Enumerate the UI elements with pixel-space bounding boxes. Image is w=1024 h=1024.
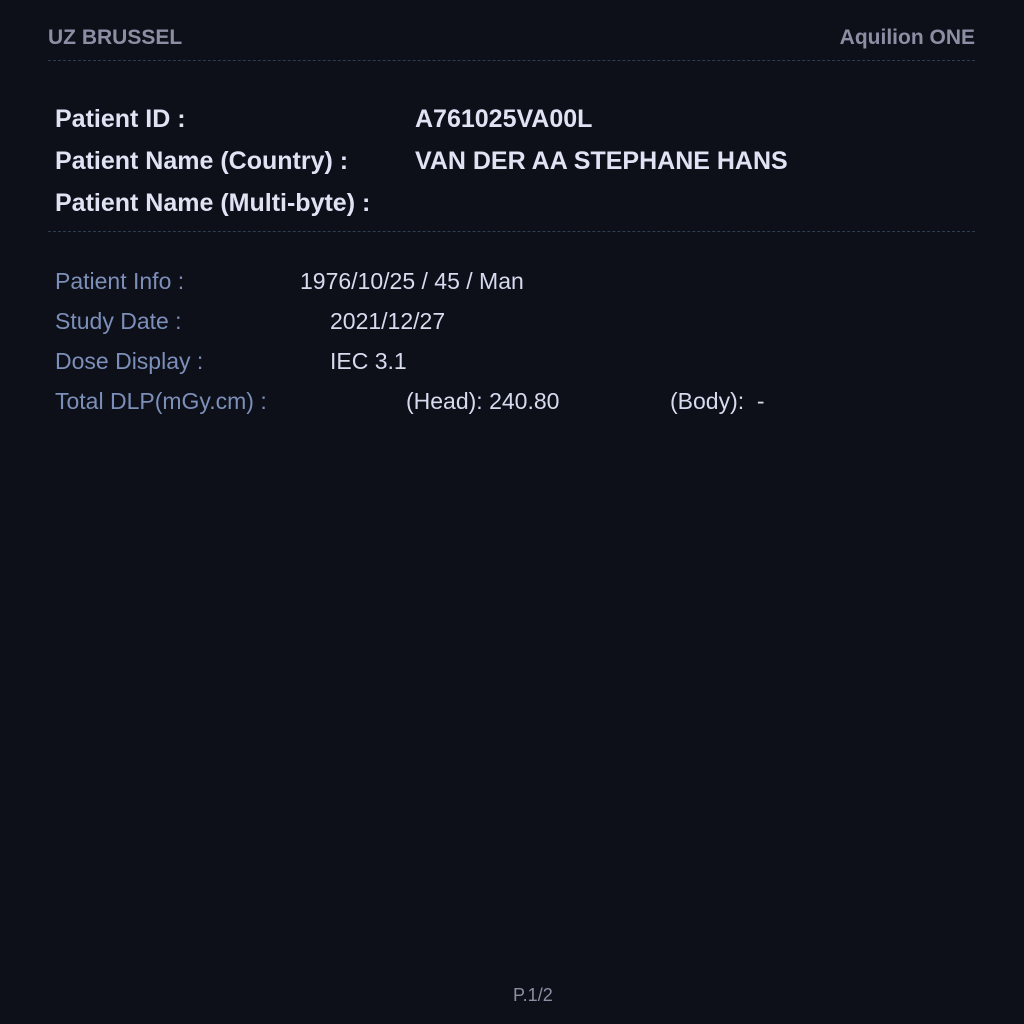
dlp-body-value: (Body): - — [670, 388, 765, 414]
scanner-model: Aquilion ONE — [839, 26, 975, 49]
patient-id-label: Patient ID : — [55, 105, 186, 133]
patient-id-value: A761025VA00L — [415, 105, 593, 133]
total-dlp-label: Total DLP(mGy.cm) : — [55, 388, 267, 414]
dose-display-label: Dose Display : — [55, 348, 204, 374]
institution-name: UZ BRUSSEL — [48, 26, 183, 49]
patient-name-multibyte-label: Patient Name (Multi-byte) : — [55, 189, 371, 217]
page-number: P.1/2 — [513, 985, 553, 1005]
study-date-label: Study Date : — [55, 308, 182, 334]
study-date-value: 2021/12/27 — [330, 308, 446, 334]
patient-name-country-label: Patient Name (Country) : — [55, 147, 349, 175]
header-divider — [48, 60, 975, 61]
patient-divider — [48, 231, 975, 232]
patient-name-country-value: VAN DER AA STEPHANE HANS — [415, 147, 788, 175]
patient-info-value: 1976/10/25 / 45 / Man — [300, 268, 524, 294]
patient-info-label: Patient Info : — [55, 268, 185, 294]
dlp-head-value: (Head): 240.80 — [406, 388, 560, 414]
dose-display-value: IEC 3.1 — [330, 348, 407, 374]
